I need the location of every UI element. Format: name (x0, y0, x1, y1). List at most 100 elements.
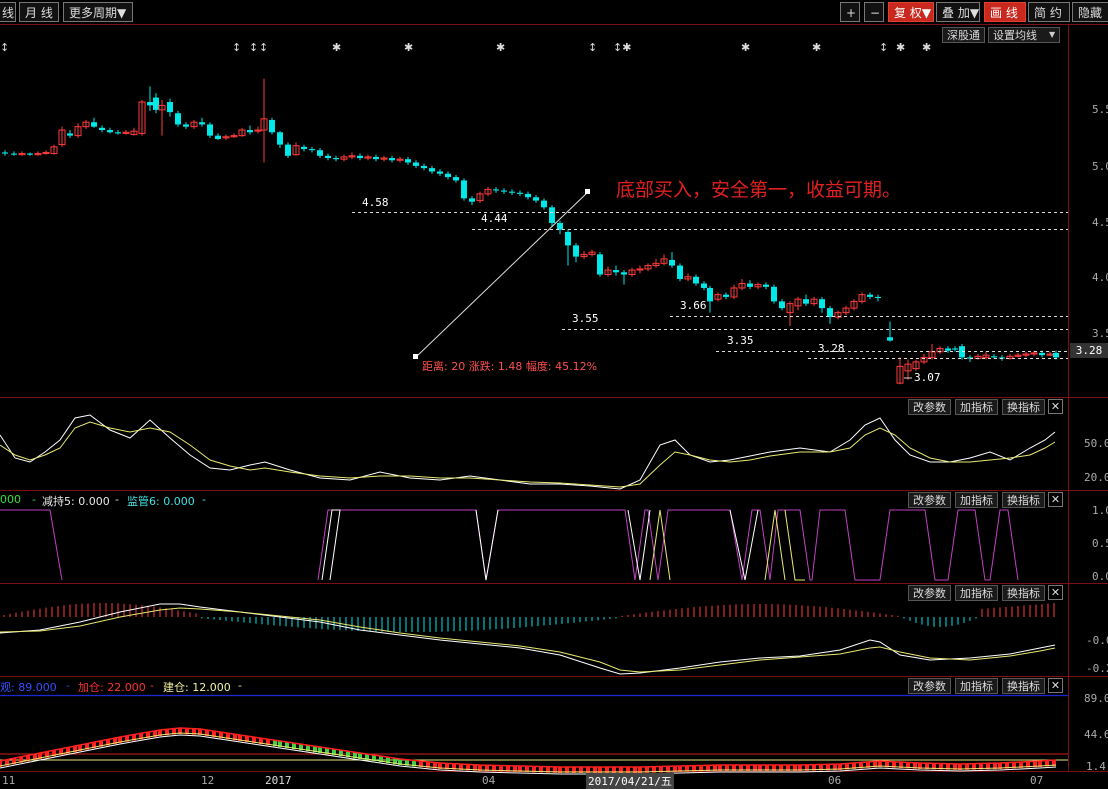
close-panel-icon[interactable]: ✕ (1048, 678, 1063, 693)
candle-body-down (215, 135, 221, 139)
candle-body-down (501, 190, 507, 192)
edit-params-button[interactable]: 改参数 (908, 492, 951, 508)
candle-body-down (565, 231, 571, 246)
macd-dif-line (0, 603, 1056, 675)
candle-body-down (875, 296, 881, 299)
y-tick-label: -0.0 (1086, 634, 1108, 647)
candle-body-down (11, 153, 17, 155)
candle-body-down (1039, 352, 1045, 356)
y-tick-label: -0.2 (1086, 662, 1108, 675)
y-tick-label: 0.0 (1092, 570, 1108, 583)
annotation-text: 底部买入，安全第一，收益可期。 (616, 179, 902, 201)
legend-item: 监管6: 0.000 (127, 495, 195, 508)
legend-dash: - (115, 493, 119, 506)
edit-params-button[interactable]: 改参数 (908, 585, 951, 601)
candle-body-down (803, 299, 809, 304)
swap-indicator-button[interactable]: 换指标 (1002, 492, 1045, 508)
candle-body-down (669, 259, 675, 266)
signal-line (627, 509, 651, 581)
close-panel-icon[interactable]: ✕ (1048, 399, 1063, 414)
candle-body-down (333, 158, 339, 160)
candle-body-down (525, 193, 531, 198)
candle-body-down (309, 149, 315, 151)
edit-params-button[interactable]: 改参数 (908, 399, 951, 415)
level-label: 3.55 (572, 312, 599, 325)
y-tick-label: 5.5 (1092, 103, 1108, 116)
candle-body-down (199, 122, 205, 125)
add-indicator-button[interactable]: 加指标 (955, 678, 998, 694)
level-label: 3.35 (727, 334, 754, 347)
candle-body-down (153, 97, 159, 110)
candle-body-down (493, 189, 499, 191)
candle-body-down (1053, 352, 1059, 358)
candle-body-down (301, 146, 307, 150)
candle-body-down (747, 283, 753, 287)
x-tick-label: 06 (828, 774, 842, 787)
candle-body-down (437, 171, 443, 174)
candle-body-down (269, 119, 275, 133)
x-tick-label: 11 (2, 774, 16, 787)
y-tick-label: 89.0 (1084, 692, 1108, 705)
candle-body-down (573, 245, 579, 257)
x-tick-label: 07 (1030, 774, 1044, 787)
macd-dea-line (0, 607, 1056, 673)
y-tick-label: 50.0 (1084, 437, 1108, 450)
candle-body-down (819, 299, 825, 309)
candle-body-down (509, 191, 515, 193)
candle-body-down (461, 180, 467, 199)
add-indicator-button[interactable]: 加指标 (955, 492, 998, 508)
candle-body-down (147, 102, 153, 106)
legend-item: 000 (0, 493, 21, 506)
add-indicator-button[interactable]: 加指标 (955, 585, 998, 601)
measure-handle (585, 189, 590, 194)
candle-body-down (445, 173, 451, 178)
candle-body-down (325, 155, 331, 159)
swap-indicator-button[interactable]: 换指标 (1002, 585, 1045, 601)
level-label: 3.07 (914, 371, 941, 384)
edit-params-button[interactable]: 改参数 (908, 678, 951, 694)
signal-line (321, 509, 341, 581)
y-tick-label: 44.6 (1084, 728, 1108, 741)
candle-body-down (517, 192, 523, 194)
candle-body-down (723, 294, 729, 297)
legend-dash: - (32, 493, 36, 506)
candle-body-down (541, 200, 547, 208)
candle-body-down (413, 162, 419, 166)
add-indicator-button[interactable]: 加指标 (955, 399, 998, 415)
level-label: 3.66 (680, 299, 707, 312)
legend-dash: - (238, 679, 242, 692)
x-tick-label: 12 (201, 774, 215, 787)
candle-body-down (707, 287, 713, 302)
candle-body-down (429, 168, 435, 172)
legend-dash: - (150, 679, 154, 692)
candle-body-down (827, 308, 833, 318)
candle-body-down (27, 153, 33, 155)
kline-chart-svg[interactable] (0, 0, 1108, 788)
candle-body-down (207, 124, 213, 136)
legend-dash: - (202, 493, 206, 506)
candle-body-down (887, 337, 893, 341)
legend-dash: - (66, 679, 70, 692)
candle-body-down (421, 165, 427, 169)
swap-indicator-button[interactable]: 换指标 (1002, 678, 1045, 694)
level-label: 4.44 (481, 212, 508, 225)
candle-body-down (763, 284, 769, 287)
candle-body-down (107, 130, 113, 133)
candle-body-down (533, 197, 539, 201)
candle-body-down (91, 122, 97, 127)
swap-indicator-button[interactable]: 换指标 (1002, 399, 1045, 415)
current-price-label: 3.28 (1070, 343, 1108, 358)
y-tick-label: 3.5 (1092, 327, 1108, 340)
y-tick-label: 20.0 (1084, 471, 1108, 484)
kdj-d-line (0, 421, 1056, 488)
level-label: 4.58 (362, 196, 389, 209)
candle-body-down (991, 356, 997, 358)
candle-body-down (167, 102, 173, 113)
candle-body-down (771, 286, 777, 302)
candle-body-down (175, 113, 181, 125)
close-panel-icon[interactable]: ✕ (1048, 492, 1063, 507)
close-panel-icon[interactable]: ✕ (1048, 585, 1063, 600)
candle-body-down (867, 294, 873, 297)
candle-body-down (277, 132, 283, 145)
candle-body-down (597, 254, 603, 275)
